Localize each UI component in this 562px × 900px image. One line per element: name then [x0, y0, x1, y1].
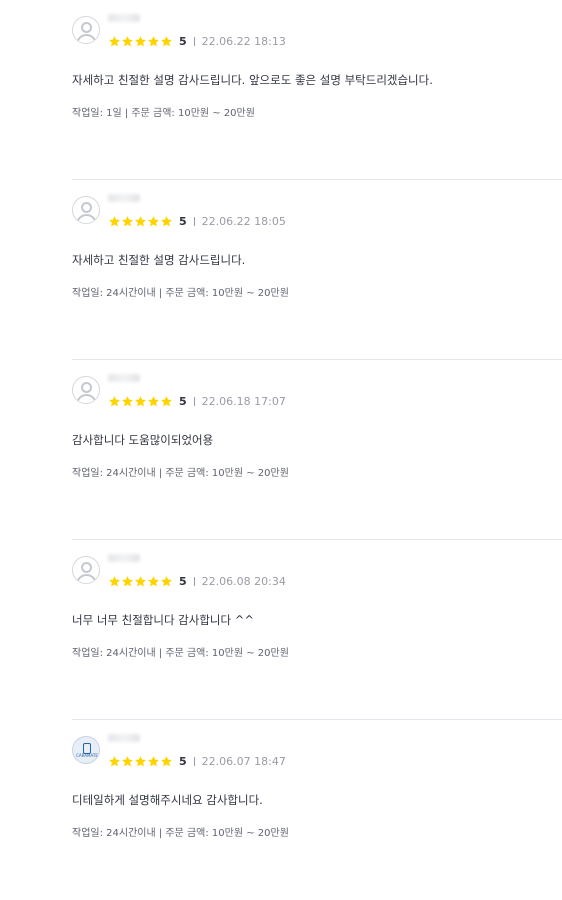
- rating-score: 5: [179, 394, 187, 408]
- star-icon: [122, 755, 133, 766]
- order-info: 작업일: 24시간이내 | 주문 금액: 10만원 ~ 20만원: [72, 648, 289, 659]
- meta-divider: [193, 756, 195, 766]
- review-meta: 5 22.06.22 18:13: [108, 34, 286, 48]
- review-item: 5 22.06.22 18:05 자세하고 친절한 설명 감사드립니다. 작업일…: [72, 180, 562, 360]
- star-rating: [108, 755, 173, 768]
- star-icon: [161, 755, 172, 766]
- review-date: 22.06.07 18:47: [201, 754, 286, 768]
- review-content: 디테일하게 설명해주시네요 감사합니다.: [72, 793, 263, 807]
- star-icon: [161, 575, 172, 586]
- order-info: 작업일: 24시간이내 | 주문 금액: 10만원 ~ 20만원: [72, 288, 289, 299]
- star-icon: [122, 575, 133, 586]
- avatar-brand-label: CARAMATE: [76, 753, 98, 758]
- star-icon: [148, 395, 159, 406]
- user-avatar-icon[interactable]: [72, 556, 100, 584]
- star-icon: [161, 215, 172, 226]
- review-meta: 5 22.06.22 18:05: [108, 214, 286, 228]
- review-date: 22.06.22 18:05: [201, 214, 286, 228]
- star-icon: [148, 215, 159, 226]
- blurred-nickname: [108, 374, 140, 382]
- review-item: 5 22.06.18 17:07 감사합니다 도움많이되었어용 작업일: 24시…: [72, 360, 562, 540]
- review-item: CARAMATE 5 22.06.07 18:47 디테일하게 설명해주시네요 …: [72, 720, 562, 900]
- star-icon: [135, 395, 146, 406]
- star-icon: [109, 35, 120, 46]
- review-list: 5 22.06.22 18:13 자세하고 친절한 설명 감사드립니다. 앞으로…: [0, 0, 562, 900]
- star-icon: [135, 215, 146, 226]
- meta-divider: [193, 576, 195, 586]
- user-avatar-icon[interactable]: [72, 196, 100, 224]
- star-icon: [109, 575, 120, 586]
- rating-score: 5: [179, 214, 187, 228]
- blurred-nickname: [108, 194, 140, 202]
- star-icon: [109, 755, 120, 766]
- star-icon: [148, 575, 159, 586]
- star-icon: [109, 395, 120, 406]
- review-item: 5 22.06.22 18:13 자세하고 친절한 설명 감사드립니다. 앞으로…: [72, 0, 562, 180]
- blurred-nickname: [108, 734, 140, 742]
- star-icon: [122, 35, 133, 46]
- rating-score: 5: [179, 34, 187, 48]
- user-avatar-icon[interactable]: [72, 16, 100, 44]
- order-info: 작업일: 24시간이내 | 주문 금액: 10만원 ~ 20만원: [72, 828, 289, 839]
- review-content: 너무 너무 친절합니다 감사합니다 ^^: [72, 613, 255, 627]
- blurred-nickname: [108, 14, 140, 22]
- rating-score: 5: [179, 574, 187, 588]
- meta-divider: [193, 216, 195, 226]
- review-date: 22.06.18 17:07: [201, 394, 286, 408]
- star-rating: [108, 575, 173, 588]
- rating-score: 5: [179, 754, 187, 768]
- blurred-nickname: [108, 554, 140, 562]
- review-meta: 5 22.06.08 20:34: [108, 574, 286, 588]
- star-icon: [122, 215, 133, 226]
- meta-divider: [193, 396, 195, 406]
- star-icon: [135, 575, 146, 586]
- review-content: 감사합니다 도움많이되었어용: [72, 433, 214, 447]
- review-content: 자세하고 친절한 설명 감사드립니다. 앞으로도 좋은 설명 부탁드리겠습니다.: [72, 73, 433, 87]
- brand-avatar-icon[interactable]: CARAMATE: [72, 736, 100, 764]
- star-icon: [148, 755, 159, 766]
- star-icon: [161, 35, 172, 46]
- star-icon: [109, 215, 120, 226]
- star-icon: [161, 395, 172, 406]
- user-avatar-icon[interactable]: [72, 376, 100, 404]
- order-info: 작업일: 24시간이내 | 주문 금액: 10만원 ~ 20만원: [72, 468, 289, 479]
- star-icon: [135, 755, 146, 766]
- star-rating: [108, 35, 173, 48]
- review-content: 자세하고 친절한 설명 감사드립니다.: [72, 253, 246, 267]
- star-rating: [108, 215, 173, 228]
- meta-divider: [193, 36, 195, 46]
- review-meta: 5 22.06.07 18:47: [108, 754, 286, 768]
- star-icon: [122, 395, 133, 406]
- star-rating: [108, 395, 173, 408]
- star-icon: [148, 35, 159, 46]
- review-date: 22.06.22 18:13: [201, 34, 286, 48]
- review-item: 5 22.06.08 20:34 너무 너무 친절합니다 감사합니다 ^^ 작업…: [72, 540, 562, 720]
- order-info: 작업일: 1일 | 주문 금액: 10만원 ~ 20만원: [72, 108, 255, 119]
- review-date: 22.06.08 20:34: [201, 574, 286, 588]
- star-icon: [135, 35, 146, 46]
- review-meta: 5 22.06.18 17:07: [108, 394, 286, 408]
